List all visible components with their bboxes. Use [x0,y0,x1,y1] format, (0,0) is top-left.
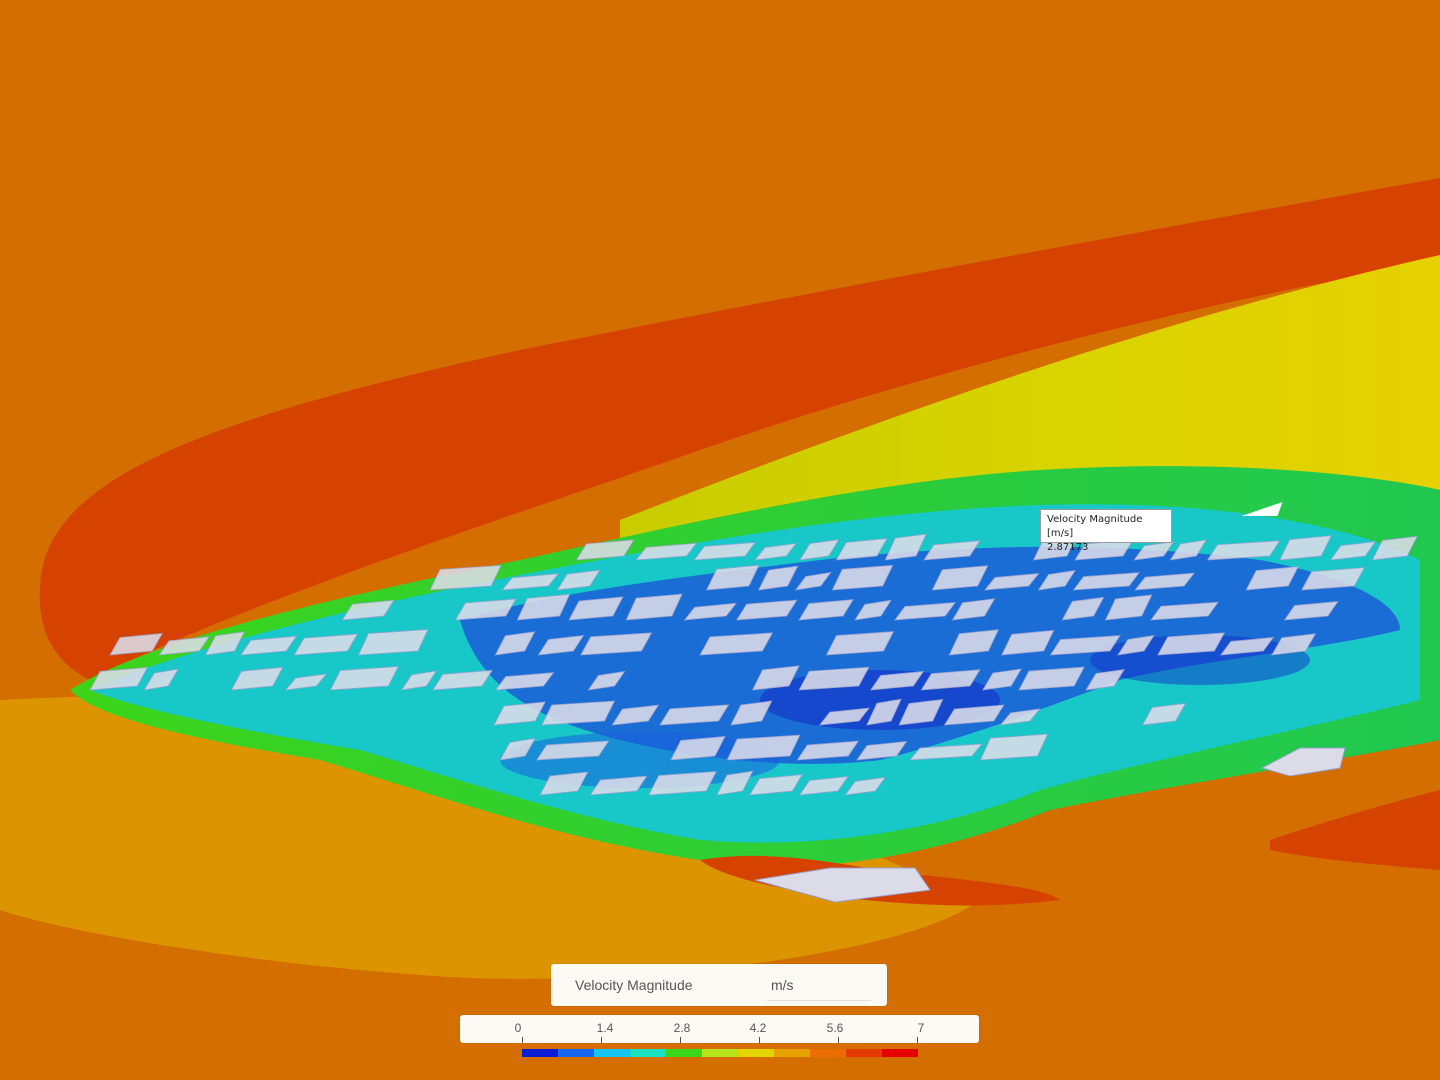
tick-label: 1.4 [596,1021,614,1035]
probe-pointer-icon [1241,502,1283,516]
tick-mark [522,1037,523,1043]
tick-mark [838,1037,839,1043]
tick-mark [680,1037,681,1043]
tick-label: 4.2 [749,1021,767,1035]
building [979,733,1049,761]
tick-label: 7 [917,1021,925,1035]
probe-tooltip: Velocity Magnitude [m/s] 2.87173 [1040,509,1172,553]
building [726,734,801,761]
legend-header[interactable]: Velocity Magnitude m/s [551,964,887,1006]
tick-mark [601,1037,602,1043]
building [541,700,616,726]
cfd-viewport[interactable] [0,0,1440,1080]
probe-label: Velocity Magnitude [m/s] [1047,514,1143,539]
lower-right-wake [1270,790,1440,870]
probe-value: 2.87173 [1047,542,1089,553]
building [357,629,429,656]
legend-scale-panel: 0 1.4 2.8 4.2 5.6 7 [460,1015,979,1043]
legend-unit-field[interactable]: m/s [767,972,871,1001]
tick-label: 5.6 [826,1021,844,1035]
tick-mark [759,1037,760,1043]
velocity-field[interactable] [0,0,1440,1080]
building [429,564,502,591]
legend-title: Velocity Magnitude [575,977,693,993]
tick-label: 2.8 [673,1021,691,1035]
legend-colorbar [522,1049,918,1057]
tick-label: 0 [514,1021,522,1035]
legend-unit: m/s [771,977,794,993]
tick-mark [917,1037,918,1043]
